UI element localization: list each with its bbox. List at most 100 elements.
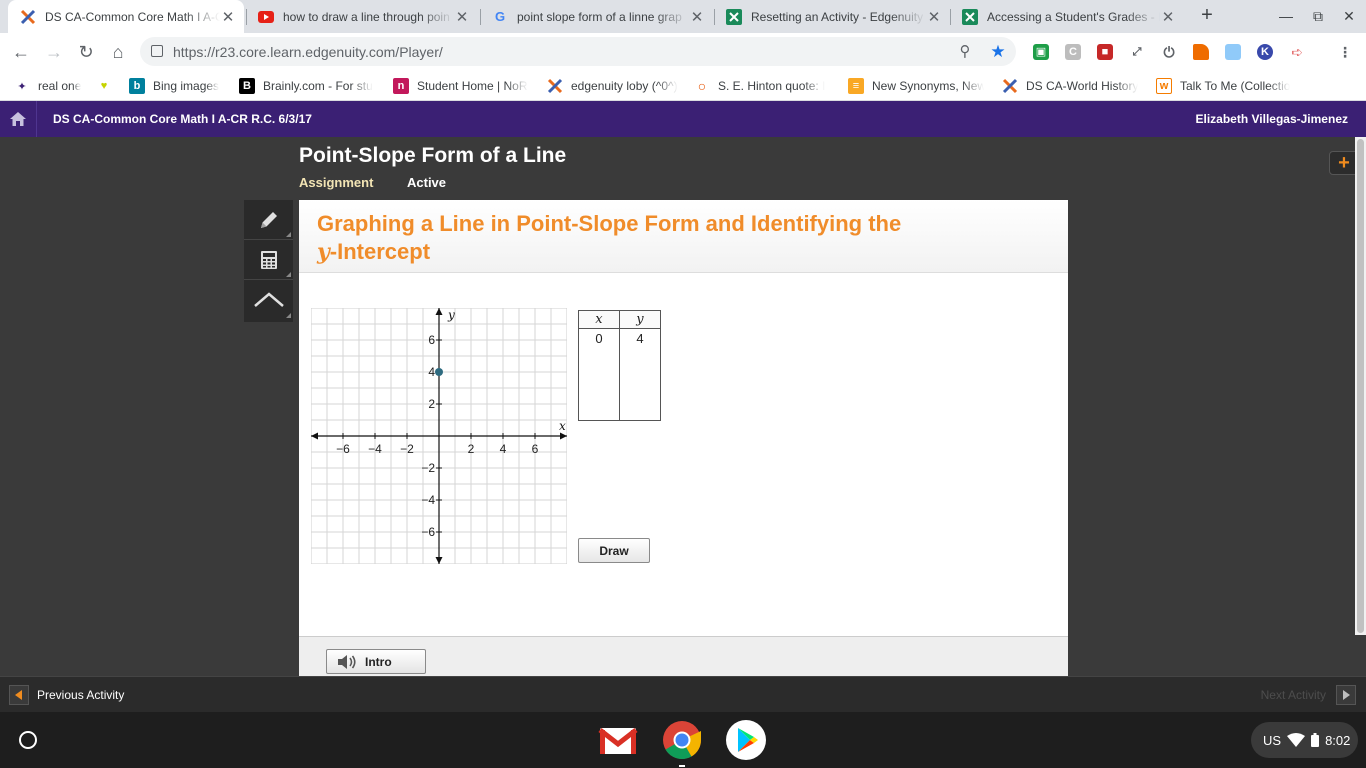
- zoom-icon[interactable]: ⚲: [955, 42, 975, 62]
- draw-button[interactable]: Draw: [578, 538, 650, 563]
- calculator-tool-button[interactable]: [244, 240, 293, 280]
- table-cell-empty[interactable]: [618, 347, 662, 421]
- link-extension-icon[interactable]: ⤢: [1129, 44, 1145, 60]
- bookmark-item[interactable]: ♥: [96, 76, 120, 96]
- y-tick-label: −4: [421, 493, 435, 507]
- activity-title: Graphing a Line in Point-Slope Form and …: [317, 211, 902, 265]
- bookmark-item[interactable]: B Brainly.com - For stu: [239, 76, 373, 96]
- activity-type: Assignment: [299, 175, 374, 190]
- tab-title: Accessing a Student's Grades - E: [987, 9, 1160, 24]
- tab-5[interactable]: Accessing a Student's Grades - E ✕: [950, 0, 1184, 33]
- arrow-extension-icon[interactable]: ➪: [1289, 44, 1305, 60]
- noredink-icon: n: [393, 78, 409, 94]
- page-info-icon[interactable]: [151, 45, 163, 57]
- bookmark-item[interactable]: ≡ New Synonyms, New: [848, 76, 984, 96]
- y-tick-label: 6: [428, 333, 435, 347]
- wattpad-icon: w: [1156, 78, 1172, 94]
- bookmark-star-icon[interactable]: ★: [988, 42, 1008, 62]
- youtube-icon: [258, 9, 274, 25]
- table-cell-x[interactable]: 0: [578, 328, 620, 348]
- coordinate-graph[interactable]: x y −6 −4 −2 2 4 6 6 4 2 −2 −4 −6: [311, 308, 567, 564]
- activity-panel: Graphing a Line in Point-Slope Form and …: [299, 200, 1068, 676]
- close-window-icon[interactable]: ✕: [1338, 6, 1360, 26]
- edgenuity-x-icon: [20, 9, 36, 25]
- url-input[interactable]: [173, 44, 953, 60]
- menu-dots-icon[interactable]: ⋮: [1337, 44, 1353, 60]
- edgenuity-x-icon: [1002, 78, 1018, 94]
- new-tab-button[interactable]: +: [1196, 4, 1218, 28]
- y-tick-label: −6: [421, 525, 435, 539]
- reload-icon[interactable]: ↻: [74, 40, 98, 64]
- y-tick-label: −2: [421, 461, 435, 475]
- next-activity-button[interactable]: Next Activity: [1261, 685, 1356, 705]
- y-tick-label: 2: [428, 397, 435, 411]
- bookmark-item[interactable]: ✦ real one: [14, 76, 81, 96]
- tab-3[interactable]: G point slope form of a linne grap ✕: [480, 0, 713, 33]
- user-name[interactable]: Elizabeth Villegas-Jimenez: [1195, 112, 1348, 126]
- x-tick-label: 6: [532, 442, 539, 456]
- home-icon[interactable]: ⌂: [106, 40, 130, 64]
- tab-title: Resetting an Activity - Edgenuity: [751, 9, 924, 24]
- intro-button[interactable]: Intro: [326, 649, 426, 674]
- x-tick-label: 4: [500, 442, 507, 456]
- course-header: DS CA-Common Core Math I A-CR R.C. 6/3/1…: [0, 101, 1366, 137]
- quote-icon: ○: [697, 78, 707, 94]
- tab-1[interactable]: DS CA-Common Core Math I A-C ✕: [8, 0, 244, 33]
- bookmark-item[interactable]: ○ S. E. Hinton quote: I: [694, 76, 826, 96]
- google-classroom-icon[interactable]: ▣: [1033, 44, 1049, 60]
- activity-nav-bar: Previous Activity Next Activity: [0, 676, 1366, 712]
- book-extension-icon[interactable]: ■: [1097, 44, 1113, 60]
- gmail-icon[interactable]: [598, 720, 638, 760]
- play-store-icon[interactable]: [726, 720, 766, 760]
- close-icon[interactable]: ✕: [926, 8, 942, 26]
- caret-up-icon: [253, 292, 284, 307]
- c-extension-icon[interactable]: C: [1065, 44, 1081, 60]
- wifi-icon: [1287, 733, 1306, 747]
- collapse-tool-button[interactable]: [244, 280, 293, 320]
- tab-title: point slope form of a linne grap: [517, 9, 682, 24]
- pencil-tool-button[interactable]: [244, 200, 293, 240]
- table-cell-y[interactable]: 4: [618, 328, 662, 348]
- minimize-icon[interactable]: —: [1275, 6, 1297, 26]
- plotted-point[interactable]: [435, 368, 443, 376]
- close-icon[interactable]: ✕: [454, 8, 470, 26]
- restore-icon[interactable]: ⧉: [1307, 6, 1329, 26]
- tool-palette: [244, 200, 293, 322]
- bookmark-item[interactable]: DS CA-World History: [1002, 76, 1138, 96]
- close-icon[interactable]: ✕: [689, 8, 705, 26]
- launcher-icon[interactable]: [19, 731, 37, 749]
- x-tick-label: −4: [368, 442, 382, 456]
- back-arrow-icon[interactable]: ←: [9, 40, 33, 64]
- x-tick-label: −6: [336, 442, 350, 456]
- bookmark-item[interactable]: edgenuity loby (^0^): [547, 76, 678, 96]
- clock: 8:02: [1325, 732, 1351, 748]
- bookmark-item[interactable]: n Student Home | NoR: [393, 76, 528, 96]
- scrollbar-thumb[interactable]: [1357, 139, 1364, 633]
- activity-status: Active: [407, 175, 447, 190]
- lesson-title: Point-Slope Form of a Line: [299, 144, 567, 167]
- system-tray[interactable]: US 8:02: [1251, 722, 1358, 758]
- k-extension-icon[interactable]: K: [1257, 44, 1273, 60]
- page-scrollbar[interactable]: [1355, 137, 1366, 635]
- previous-activity-button[interactable]: Previous Activity: [9, 685, 124, 705]
- bookmark-item[interactable]: b Bing images: [129, 76, 219, 96]
- close-icon[interactable]: ✕: [220, 8, 236, 26]
- power-icon[interactable]: ⏻: [1161, 44, 1177, 60]
- bookmark-item[interactable]: w Talk To Me (Collectio: [1156, 76, 1290, 96]
- close-icon[interactable]: ✕: [1160, 8, 1176, 26]
- heart-icon: ♥: [100, 80, 108, 92]
- locale-label: US: [1263, 732, 1282, 748]
- table-cell-empty[interactable]: [578, 347, 620, 421]
- tab-2[interactable]: how to draw a line through poin ✕: [246, 0, 478, 33]
- forward-arrow-icon[interactable]: →: [42, 40, 66, 64]
- tab-title: DS CA-Common Core Math I A-C: [45, 9, 220, 24]
- address-bar[interactable]: ⚲ ★: [140, 37, 1016, 66]
- bookmark-extension-icon[interactable]: [1193, 44, 1209, 60]
- green-x-icon: [726, 8, 742, 25]
- image-extension-icon[interactable]: [1225, 44, 1241, 60]
- tab-4[interactable]: Resetting an Activity - Edgenuity ✕: [714, 0, 950, 33]
- chrome-icon[interactable]: [662, 720, 702, 767]
- os-shelf: US 8:02: [0, 712, 1366, 768]
- bing-icon: b: [129, 78, 145, 94]
- home-button[interactable]: [0, 101, 37, 137]
